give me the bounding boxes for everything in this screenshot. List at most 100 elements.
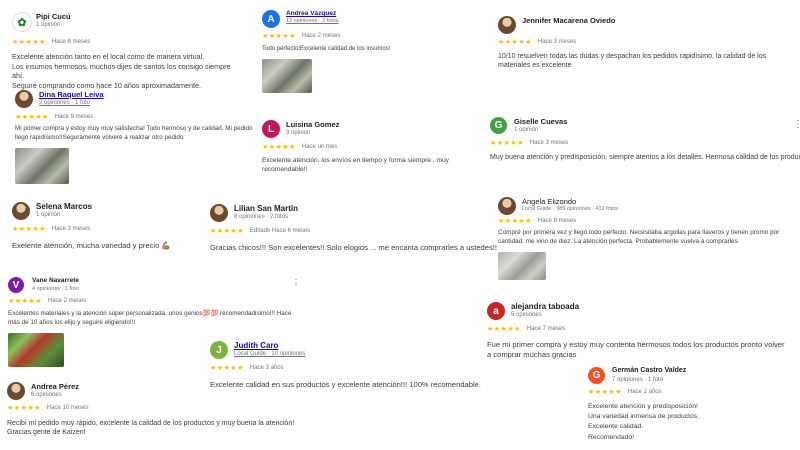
review-text: Excelente atención, los envíos en tiempo… <box>262 157 449 173</box>
reviewer-name[interactable]: Luisina Gomez <box>286 120 339 129</box>
reviewer-meta: Local Guide · 389 opiniones · 412 fotos <box>522 206 619 212</box>
review-text: Compré por primera vez y llegó todo perf… <box>498 229 780 245</box>
avatar[interactable]: J <box>210 341 228 359</box>
reviewer-meta: 4 opiniones · 1 foto <box>32 286 79 292</box>
star-rating: ★★★★★ <box>15 114 49 121</box>
avatar-letter: A <box>267 13 275 25</box>
avatar[interactable]: G <box>588 367 605 384</box>
review-photo[interactable] <box>498 252 546 281</box>
reviewer-meta: 1 opinión <box>36 212 61 218</box>
review-card: L Luisina Gomez 3 opinión ★★★★★ Hace un m… <box>262 120 492 175</box>
avatar[interactable] <box>12 202 30 220</box>
review-time: Hace 8 meses <box>51 39 91 45</box>
review-card: Jennifer Macarena Oviedo ★★★★★ Hace 3 mes… <box>498 16 788 71</box>
avatar[interactable]: A <box>262 10 280 28</box>
reviewer-meta: 1 opinión <box>36 22 61 28</box>
star-rating: ★★★★★ <box>12 226 46 233</box>
more-options-icon[interactable]: ⋮ <box>793 119 800 130</box>
review-card: a alejandra taboada 5 opiniones ★★★★★ Hac… <box>487 302 787 361</box>
star-rating: ★★★★★ <box>490 140 524 147</box>
review-time: Hace 7 meses <box>526 326 566 332</box>
review-photo[interactable] <box>262 59 312 94</box>
reviewer-meta[interactable]: Local Guide · 10 opiniones <box>234 351 305 357</box>
reviewer-meta: 3 opinión <box>286 130 311 136</box>
reviewer-meta: 1 opinión <box>514 127 539 133</box>
avatar[interactable] <box>15 90 33 108</box>
reviewer-meta[interactable]: 2 opiniones · 1 foto <box>39 100 90 106</box>
reviewer-name[interactable]: Angela Elizondo <box>522 197 576 206</box>
review-text: Exelente atención, mucha variedad y prec… <box>12 241 171 250</box>
review-text: Fue mi primer compra y estoy muy content… <box>487 340 785 360</box>
reviewer-meta: 5 opiniones <box>511 312 542 318</box>
avatar[interactable]: L <box>262 120 280 138</box>
avatar-letter: G <box>592 370 601 381</box>
avatar[interactable]: V <box>8 277 24 293</box>
review-time: Editado Hace 6 meses <box>249 228 311 234</box>
review-time: Hace 3 meses <box>51 226 91 232</box>
star-rating: ★★★★★ <box>262 33 296 40</box>
star-rating: ★★★★★ <box>498 39 532 46</box>
review-card: Angela Elizondo Local Guide · 389 opinio… <box>498 197 788 281</box>
reviewer-name[interactable]: Andrea Vázquez <box>286 10 336 17</box>
review-text: Muy buena atención y predisposición, sie… <box>490 154 800 161</box>
reviewer-name[interactable]: alejandra taboada <box>511 302 579 311</box>
reviewer-name[interactable]: Germán Castro Valdez <box>612 367 686 374</box>
avatar-letter: J <box>216 344 222 356</box>
star-rating: ★★★★★ <box>7 405 41 412</box>
review-photo[interactable] <box>15 148 69 184</box>
avatar[interactable] <box>7 382 25 400</box>
review-card: Dina Raquel Leiva 2 opiniones · 1 foto ★… <box>15 90 260 184</box>
avatar-letter: G <box>494 120 503 131</box>
review-text: Excelentes materiales y la atención súpe… <box>8 310 292 326</box>
review-text: 10/10 resuelven todas las dudas y despac… <box>498 53 767 70</box>
review-time: Hace 9 meses <box>54 114 94 120</box>
review-time: Hace 3 meses <box>529 140 569 146</box>
reviewer-name[interactable]: Lilian San Martín <box>234 204 298 213</box>
avatar-letter: a <box>493 305 499 317</box>
reviewer-name[interactable]: Vane Navarrete <box>32 277 79 284</box>
star-rating: ★★★★★ <box>210 365 244 372</box>
avatar[interactable]: G <box>490 117 507 134</box>
reviewer-meta[interactable]: 12 opiniones · 2 fotos <box>286 18 339 24</box>
star-rating: ★★★★★ <box>487 326 521 333</box>
review-text: Recibí mi pedido muy rápido, excelente l… <box>7 420 295 437</box>
review-time: Hace 3 meses <box>537 39 577 45</box>
reviewer-meta: 7 opiniones · 1 foto <box>612 377 664 383</box>
pattern-icon: ✿ <box>17 16 27 29</box>
review-text: Excelente atención tanto en el local com… <box>12 52 231 91</box>
review-card: Andrea Pérez 6 opiniones ★★★★★ Hace 10 me… <box>7 382 307 438</box>
review-card: G Germán Castro Valdez 7 opiniones · 1 f… <box>588 367 788 443</box>
reviewer-name[interactable]: Giselle Cuevas <box>514 117 567 126</box>
review-time: Hace 3 años <box>249 365 284 371</box>
reviewer-name[interactable]: Judith Caro <box>234 341 278 350</box>
more-options-icon[interactable]: ⋮ <box>292 278 300 287</box>
avatar[interactable] <box>210 204 228 222</box>
review-time: Hace un mes <box>301 144 338 150</box>
reviewer-name[interactable]: Selena Marcos <box>36 202 92 211</box>
avatar[interactable]: a <box>487 302 505 320</box>
avatar-letter: V <box>12 279 20 291</box>
avatar[interactable]: ✿ <box>12 12 32 32</box>
star-rating: ★★★★★ <box>12 39 46 46</box>
star-rating: ★★★★★ <box>588 389 622 396</box>
star-rating: ★★★★★ <box>210 228 244 235</box>
reviewer-name[interactable]: Andrea Pérez <box>31 382 79 391</box>
reviewer-name[interactable]: Pipi Cucú <box>36 12 71 21</box>
review-text: Todo perfecto!Excelente calidad de los i… <box>262 46 391 52</box>
review-text: Excelente atención y predisposición! Una… <box>588 403 700 441</box>
review-time: Hace 10 meses <box>46 405 89 411</box>
avatar[interactable] <box>498 197 516 215</box>
avatar-letter: L <box>267 123 275 135</box>
review-card: G Giselle Cuevas 1 opinión ★★★★★ Hace 3 m… <box>490 117 800 162</box>
review-text: Mi primer compra y estoy muy muy satisfe… <box>15 125 253 141</box>
reviewer-name[interactable]: Dina Raquel Leiva <box>39 90 104 99</box>
review-time: Hace 2 años <box>627 389 662 395</box>
review-text: Gracias chicos!!! Son excelentes!! Solo … <box>210 243 498 252</box>
reviewer-name[interactable]: Jennifer Macarena Oviedo <box>522 16 615 25</box>
avatar[interactable] <box>498 16 516 34</box>
star-rating: ★★★★★ <box>262 144 296 151</box>
reviewer-meta: 6 opiniones <box>31 392 62 398</box>
review-card: ✿ Pipi Cucú 1 opinión ★★★★★ Hace 8 meses … <box>12 12 242 91</box>
review-photo[interactable] <box>8 333 64 367</box>
review-card: A Andrea Vázquez 12 opiniones · 2 fotos … <box>262 10 462 94</box>
